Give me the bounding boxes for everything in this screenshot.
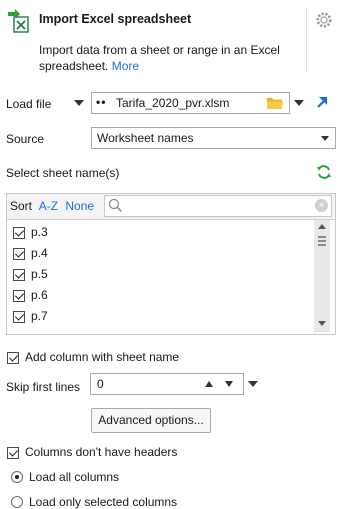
sheet-name: p.4 [31,246,48,260]
no-headers-checkbox[interactable] [7,446,19,459]
list-item[interactable]: p.3 [13,225,48,239]
load-all-radio[interactable] [11,471,23,483]
sheet-checkbox[interactable] [13,247,25,260]
skip-lines-value: 0 [97,377,104,391]
gear-icon[interactable] [315,11,333,29]
sheet-name: p.5 [31,267,48,281]
search-icon [108,198,123,213]
list-item[interactable]: p.7 [13,309,48,323]
no-headers-label: Columns don't have headers [25,445,178,459]
header-divider [306,8,307,72]
list-item[interactable]: p.4 [13,246,48,260]
sheet-checkbox[interactable] [13,226,25,239]
sheet-list [7,219,335,334]
sheet-name: p.3 [31,225,48,239]
chevron-down-icon [321,136,329,141]
source-value: Worksheet names [97,131,194,145]
file-name: Tarifa_2020_pvr.xlsm [116,96,230,110]
advanced-options-button[interactable]: Advanced options... [91,408,211,433]
panel-description: Import data from a sheet or range in an … [39,42,301,74]
add-column-option[interactable]: Add column with sheet name [7,350,179,364]
open-file-arrow-icon[interactable] [315,95,329,109]
sheet-checkbox[interactable] [13,268,25,281]
description-text: Import data from a sheet or range in an … [39,43,280,73]
add-column-label: Add column with sheet name [25,350,180,364]
sort-controls: Sort A-Z None [10,199,98,213]
folder-icon[interactable] [266,96,284,110]
increment-icon[interactable] [205,381,213,387]
sort-az-button[interactable]: A-Z [39,199,58,213]
skip-lines-input[interactable] [90,373,244,395]
skip-lines-dropdown[interactable] [248,381,258,387]
sheet-search-input[interactable] [104,195,332,217]
sheet-name: p.6 [31,288,48,302]
panel-title: Import Excel spreadsheet [39,12,192,26]
load-selected-label: Load only selected columns [29,495,178,509]
load-selected-columns-option[interactable]: Load only selected columns [11,495,177,509]
scroll-up-icon[interactable] [318,224,326,229]
load-file-mode-dropdown[interactable] [74,100,84,106]
excel-import-icon [6,8,30,34]
skip-lines-label: Skip first lines [6,380,81,394]
list-item[interactable]: p.5 [13,267,48,281]
load-all-label: Load all columns [29,470,120,484]
load-selected-radio[interactable] [11,496,23,508]
sheet-checkbox[interactable] [13,310,25,323]
sheet-checkbox[interactable] [13,289,25,302]
more-link[interactable]: More [112,59,139,73]
list-item[interactable]: p.6 [13,288,48,302]
refresh-icon[interactable] [316,164,332,180]
no-headers-option[interactable]: Columns don't have headers [7,445,177,459]
sort-label: Sort [10,199,33,213]
source-label: Source [6,132,45,146]
scrollbar-thumb[interactable] [316,233,328,251]
scroll-down-icon[interactable] [318,321,326,326]
add-column-checkbox[interactable] [7,351,19,364]
decrement-icon[interactable] [225,381,233,387]
file-source-indicator: •• [96,95,107,109]
clear-search-icon[interactable]: × [315,199,328,212]
sort-none-button[interactable]: None [65,199,94,213]
select-sheets-label: Select sheet name(s) [6,166,120,180]
load-file-label: Load file [6,97,52,111]
load-all-columns-option[interactable]: Load all columns [11,470,119,484]
sheet-name: p.7 [31,309,48,323]
recent-files-dropdown[interactable] [294,100,304,106]
